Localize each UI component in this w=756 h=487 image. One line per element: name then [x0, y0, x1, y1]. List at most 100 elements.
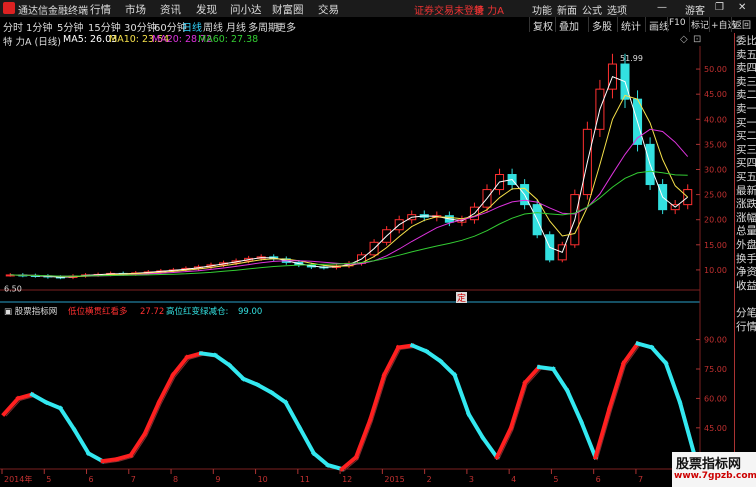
indicator-rise-segment	[367, 372, 387, 423]
period-monthly[interactable]: 月线	[226, 19, 246, 34]
main-chart-info: 特 力A (日线) MA5: 26.03 MA10: 23.54 MA20: 2…	[0, 33, 700, 48]
tool-diejia[interactable]: 叠加	[555, 17, 582, 33]
indicator-rise-segment	[508, 380, 528, 431]
indicator-cyan-value: 99.00	[238, 307, 262, 317]
quote-label-4: 卖二	[736, 89, 756, 102]
chart-expand-icon[interactable]: ⊡	[693, 34, 701, 45]
indicator-fall-segment	[550, 366, 571, 394]
indicator-fall-segment	[479, 434, 500, 461]
tool-tongji[interactable]: 统计	[617, 17, 644, 33]
panel-tab-0[interactable]: 分笔	[736, 307, 756, 320]
time-tick-label: 2	[427, 475, 432, 484]
period-more[interactable]: 更多	[276, 19, 296, 34]
indicator-fall-segment	[226, 362, 247, 382]
tool-fuquan[interactable]: 复权	[529, 17, 556, 33]
indicator-fall-segment	[578, 419, 599, 460]
low-price-label: 6.50	[4, 284, 22, 293]
indicator-red-label: 低位横贯红看多	[68, 306, 128, 317]
indicator-rise-segment	[142, 399, 162, 437]
menu-gongshi[interactable]: 公式	[582, 2, 602, 17]
indicator-rise-segment	[170, 354, 190, 378]
ma60-value: MA60: 27.38	[198, 34, 259, 45]
period-1min[interactable]: 1分钟	[26, 19, 52, 34]
menu-xinmian[interactable]: 新面	[557, 2, 577, 17]
period-weekly[interactable]: 周线	[203, 19, 223, 34]
indicator-rise-segment	[1, 395, 21, 417]
price-tick-label: 10.00	[704, 266, 727, 275]
menu-gongneng[interactable]: 功能	[532, 2, 552, 17]
close-icon[interactable]: ✕	[738, 2, 746, 13]
panel-tab-1[interactable]: 行情	[736, 321, 756, 334]
quote-label-18: 收益	[736, 279, 756, 292]
period-daily[interactable]: 日线	[182, 19, 202, 34]
menu-caifuquan[interactable]: 财富圈	[272, 2, 304, 17]
indicator-rise-segment	[494, 425, 514, 460]
menu-faxian[interactable]: 发现	[196, 2, 217, 17]
indicator-rise-segment	[522, 364, 542, 386]
candle-body	[683, 189, 693, 206]
indicator-red-value: 27.72	[140, 307, 164, 317]
kline-chart[interactable]: 10.00 15.00 20.00 25.00 30.00 35.00 40.00 45.00…	[0, 46, 734, 487]
time-tick-label: 2015	[384, 475, 404, 484]
tool-duogu[interactable]: 多股	[588, 17, 615, 33]
title-bar: 通达信金融终端 行情 市场 资讯 发现 问小达 财富圈 交易 证券交易未登录 特…	[0, 0, 756, 18]
indicator-fall-segment	[452, 372, 472, 417]
quote-label-8: 买三	[736, 143, 756, 156]
quote-panel: 委比 卖五 卖四 卖三 卖二 卖一 买一 买二 买三 买四 买五 最新 涨跌 涨幅 总量 外盘 换手 净资 收益 分笔…	[734, 33, 756, 487]
indicator-rise-segment	[607, 360, 627, 411]
menu-shichang[interactable]: 市场	[125, 2, 146, 17]
quote-label-14: 总量	[736, 225, 756, 238]
tool-f10[interactable]: F10	[667, 17, 687, 32]
quote-label-15: 外盘	[736, 239, 756, 251]
time-tick-label: 9	[215, 475, 220, 484]
indicator-tick-label: 75.00	[704, 365, 727, 374]
user-guest[interactable]: 游客	[685, 2, 705, 17]
indicator-fall-segment	[240, 376, 261, 388]
app-title: 通达信金融终端	[18, 6, 88, 17]
indicator-fall-segment	[423, 348, 444, 364]
period-15min[interactable]: 15分钟	[88, 19, 121, 34]
period-30min[interactable]: 30分钟	[124, 19, 157, 34]
quote-label-7: 买二	[736, 130, 756, 143]
indicator-fall-segment	[677, 399, 697, 456]
indicator-name: ▣ 股票指标网	[4, 306, 57, 317]
time-tick-label: 5	[553, 475, 558, 484]
menu-zixun[interactable]: 资讯	[160, 2, 181, 17]
quote-label-12: 涨跌	[736, 198, 756, 211]
indicator-fall-segment	[254, 381, 275, 396]
indicator-fall-segment	[212, 352, 233, 368]
watermark-url: www.7gpzb.com	[674, 471, 756, 481]
menu-xuanxiang[interactable]: 选项	[607, 2, 627, 17]
restore-icon[interactable]: ❐	[715, 2, 724, 13]
price-tick-label: 20.00	[704, 216, 727, 225]
indicator-fall-segment	[268, 389, 289, 406]
time-tick-label: 7	[638, 475, 643, 484]
time-tick-label: 11	[300, 475, 310, 484]
indicator-rise-segment	[156, 372, 176, 406]
indicator-fall-segment	[663, 360, 683, 405]
price-tick-label: 30.00	[704, 165, 727, 174]
indicator-cyan-label: 高位红变绿减仓:	[166, 306, 228, 317]
menu-jiaoyi[interactable]: 交易	[318, 2, 339, 17]
indicator-fall-segment	[437, 358, 458, 378]
indicator-fall-segment	[648, 344, 669, 366]
chart-settings-icon[interactable]: ◇	[680, 34, 688, 45]
period-fenshi[interactable]: 分时	[3, 19, 23, 34]
quote-label-10: 买五	[736, 171, 756, 183]
period-5min[interactable]: 5分钟	[57, 19, 83, 34]
app-logo-icon	[3, 2, 15, 14]
indicator-rise-segment	[381, 344, 401, 378]
indicator-fall-segment	[71, 427, 92, 457]
time-tick-label: 10	[258, 475, 268, 484]
menu-hangqing[interactable]: 行情	[90, 2, 111, 17]
minimize-icon[interactable]: —	[657, 2, 667, 13]
period-multi[interactable]: 多周期	[248, 19, 278, 34]
tool-biaoji[interactable]: 标记	[689, 17, 710, 32]
indicator-fall-segment	[465, 411, 486, 441]
price-tick-label: 45.00	[704, 90, 727, 99]
quote-label-0: 委比	[736, 35, 756, 47]
tool-fanhui[interactable]: 返回	[731, 17, 752, 32]
time-tick-label: 6	[89, 475, 94, 484]
price-tick-label: 15.00	[704, 241, 727, 250]
menu-wenxiaoda[interactable]: 问小达	[230, 2, 262, 17]
